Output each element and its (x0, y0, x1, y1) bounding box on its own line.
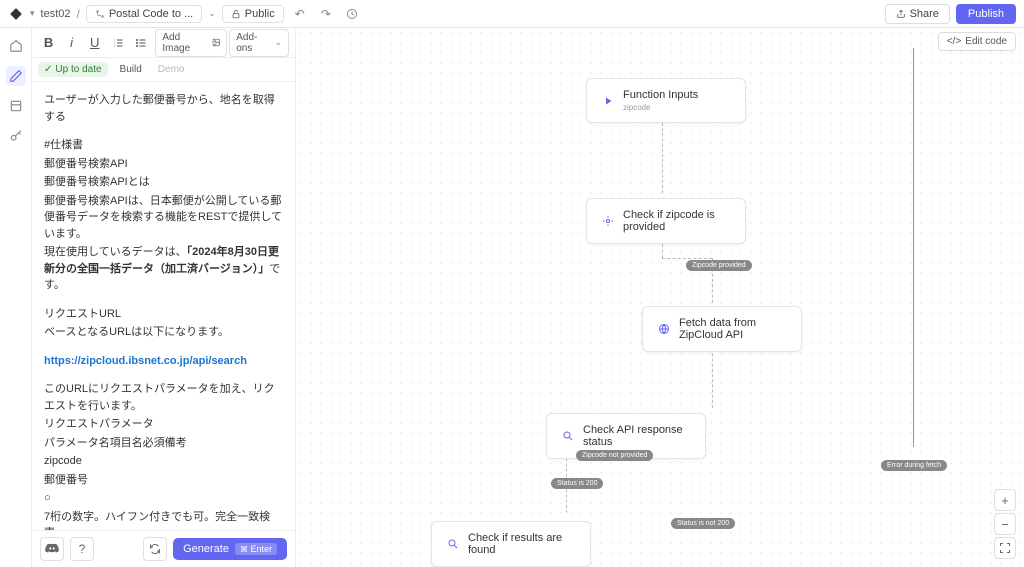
node-function-inputs[interactable]: Function Inputs zipcode (586, 78, 746, 123)
discord-button[interactable] (40, 537, 64, 561)
add-image-button[interactable]: Add Image (155, 29, 227, 57)
file-name: Postal Code to ... (109, 8, 193, 20)
chip-error-fetch: Error during fetch (881, 460, 947, 471)
play-icon (601, 94, 615, 108)
rail-layers-icon[interactable] (6, 96, 26, 116)
share-label: Share (910, 8, 939, 20)
node-fetch-data[interactable]: Fetch data from ZipCloud API (642, 306, 802, 352)
chip-status-200: Status is 200 (551, 478, 603, 489)
logo-icon[interactable] (8, 6, 24, 22)
node-check-results[interactable]: Check if results are found (431, 521, 591, 567)
breadcrumb-separator: / (77, 7, 80, 21)
publish-button[interactable]: Publish (956, 4, 1016, 24)
chip-zipcode-not-provided: Zipcode not provided (576, 450, 653, 461)
redo-button[interactable]: ↷ (316, 4, 336, 24)
demo-link: Demo (154, 64, 189, 75)
chevron-down-icon[interactable]: ▾ (30, 8, 35, 19)
rail-edit-icon[interactable] (6, 66, 26, 86)
undo-button[interactable]: ↶ (290, 4, 310, 24)
rail-home-icon[interactable] (6, 36, 26, 56)
document-editor[interactable]: ユーザーが入力した郵便番号から、地名を取得する #仕様書 郵便番号検索API 郵… (32, 82, 295, 530)
search-icon (446, 537, 460, 551)
visibility-label: Public (245, 8, 275, 20)
zoom-in-button[interactable]: + (994, 489, 1016, 511)
file-selector[interactable]: Postal Code to ... (86, 5, 202, 23)
chip-status-not-200: Status is not 200 (671, 518, 735, 529)
chip-zipcode-provided: Zipcode provided (686, 260, 752, 271)
unordered-list-button[interactable] (130, 32, 151, 54)
search-icon (561, 429, 575, 443)
bold-button[interactable]: B (38, 32, 59, 54)
flow-canvas[interactable]: </> Edit code Function Inputs (296, 28, 1024, 567)
italic-button[interactable]: i (61, 32, 82, 54)
request-url-link[interactable]: https://zipcloud.ibsnet.co.jp/api/search (44, 353, 283, 370)
underline-button[interactable]: U (84, 32, 105, 54)
file-chevron-icon[interactable]: ⌄ (208, 8, 216, 19)
help-button[interactable]: ? (70, 537, 94, 561)
edit-code-button[interactable]: </> Edit code (938, 32, 1016, 51)
generate-button[interactable]: Generate ⌘ Enter (173, 538, 287, 560)
share-button[interactable]: Share (885, 4, 950, 24)
globe-icon (657, 322, 671, 336)
zoom-fit-button[interactable] (994, 537, 1016, 559)
addons-button[interactable]: Add-ons ⌄ (229, 29, 289, 57)
visibility-pill[interactable]: Public (222, 5, 284, 23)
history-button[interactable] (342, 4, 362, 24)
node-check-zipcode[interactable]: Check if zipcode is provided (586, 198, 746, 244)
refresh-button[interactable] (143, 537, 167, 561)
ordered-list-button[interactable] (107, 32, 128, 54)
breadcrumb-workspace[interactable]: test02 (41, 8, 71, 20)
branch-icon (601, 214, 615, 228)
rail-key-icon[interactable] (6, 126, 26, 146)
build-link[interactable]: Build (116, 64, 146, 75)
zoom-out-button[interactable]: − (994, 513, 1016, 535)
uptodate-pill: ✓ Up to date (38, 62, 108, 77)
